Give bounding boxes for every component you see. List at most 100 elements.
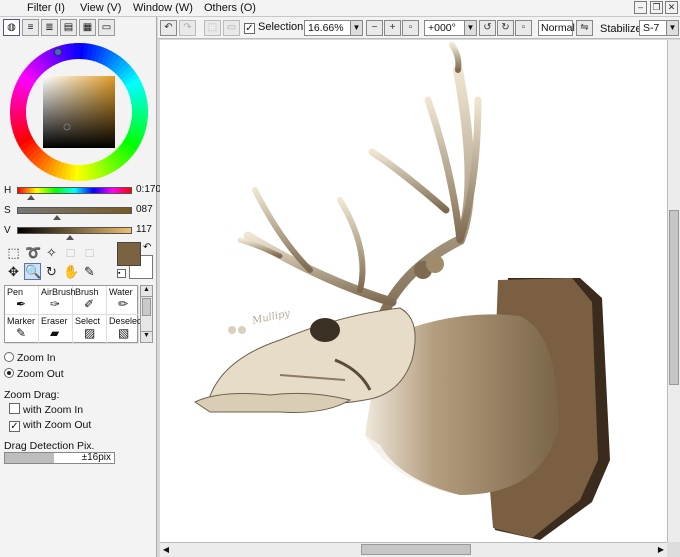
vertical-scrollbar-thumb[interactable]	[669, 210, 679, 385]
brush-deselect[interactable]: Deselect ▧	[107, 315, 144, 344]
zoom-out-option[interactable]: Zoom Out	[4, 368, 64, 380]
select-brush-icon: ▨	[84, 326, 96, 340]
brush-pen[interactable]: Pen ✒	[5, 286, 39, 315]
chevron-down-icon[interactable]: ▼	[464, 21, 476, 35]
restore-button[interactable]: ❐	[650, 1, 663, 14]
swatches-tab[interactable]: ▦	[79, 19, 96, 36]
vertical-scrollbar[interactable]	[667, 40, 680, 542]
value-slider-row: V 117	[4, 224, 156, 241]
stabilizer-value: S-7	[643, 22, 660, 34]
drag-detection-label: Drag Detection Pix.	[4, 440, 95, 452]
gradient-tab[interactable]: ▤	[60, 19, 77, 36]
minimize-button[interactable]: –	[634, 1, 647, 14]
checkbox[interactable]: ✓	[9, 421, 20, 432]
value-label: V	[4, 225, 11, 236]
rect-select-icon[interactable]: ⬚	[5, 244, 22, 261]
zoom-in-option[interactable]: Zoom In	[4, 352, 56, 364]
brush-water[interactable]: Water ✏	[107, 286, 139, 315]
with-zoom-in-option[interactable]: with Zoom In	[9, 403, 83, 416]
lasso-icon[interactable]: ➰	[24, 244, 41, 261]
rgb-slider-tab[interactable]: ≡	[22, 19, 39, 36]
checkbox[interactable]: ✓	[244, 23, 255, 34]
hue-slider[interactable]	[17, 187, 132, 194]
scroll-down-icon[interactable]: ▼	[141, 331, 152, 342]
brush-select[interactable]: Select ▨	[73, 315, 107, 344]
blend-mode-field[interactable]: Normal	[538, 20, 575, 36]
hand-icon[interactable]: ✋	[62, 263, 79, 280]
brush-grid-scrollbar[interactable]: ▲ ▼	[140, 285, 153, 343]
selection-toggle[interactable]: ✓ Selection	[244, 21, 303, 34]
brush-airbrush[interactable]: AirBrush ✑	[39, 286, 76, 315]
hsv-slider-tab[interactable]: ≣	[41, 19, 58, 36]
deselect-icon[interactable]: ⬚	[204, 20, 221, 36]
reset-colors-icon[interactable]: ▪	[117, 269, 126, 278]
move-icon[interactable]: ✥	[5, 263, 22, 280]
menu-bar: Filter (I) View (V) Window (W) Others (O…	[0, 0, 680, 17]
horizontal-scrollbar[interactable]: ◀ ▶	[160, 542, 667, 557]
rotate-reset-icon[interactable]: ▫	[515, 20, 532, 36]
left-panel: ◍ ≡ ≣ ▤ ▦ ▭ H 0:170 S 087 V 117 ⬚ ➰ ✧ □ …	[0, 17, 161, 557]
checkbox[interactable]	[9, 403, 20, 414]
brush-marker[interactable]: Marker ✎	[5, 315, 39, 344]
rotate-icon[interactable]: ↻	[43, 263, 60, 280]
water-brush-icon: ✏	[118, 297, 129, 311]
rotate-right-icon[interactable]: ↻	[497, 20, 514, 36]
value-slider[interactable]	[17, 227, 132, 234]
stabilizer-dropdown[interactable]: S-7 ▼	[639, 20, 679, 36]
menu-view[interactable]: View (V)	[80, 2, 121, 14]
zoom-out-label: Zoom Out	[17, 368, 64, 380]
brush-eraser[interactable]: Eraser ▰	[39, 315, 73, 344]
saturation-slider[interactable]	[17, 207, 132, 214]
scratchpad-tab[interactable]: ▭	[98, 19, 115, 36]
color-wheel-tab[interactable]: ◍	[3, 19, 20, 36]
main-color-swatch[interactable]	[117, 242, 141, 266]
scroll-up-icon[interactable]: ▲	[141, 286, 152, 297]
color-wheel[interactable]	[8, 41, 150, 183]
hue-slider-thumb[interactable]	[27, 195, 35, 200]
flip-horizontal-icon[interactable]: ⇋	[576, 20, 593, 36]
zoom-drag-heading: Zoom Drag:	[4, 389, 60, 401]
scrollbar-thumb[interactable]	[142, 298, 151, 316]
brush-label: Marker	[7, 316, 36, 326]
saturation-slider-thumb[interactable]	[53, 215, 61, 220]
rotation-dropdown[interactable]: +000° ▼	[424, 20, 477, 36]
saturation-label: S	[4, 205, 11, 216]
empty-tool-slot: □	[85, 245, 94, 260]
horizontal-scrollbar-thumb[interactable]	[361, 544, 471, 555]
zoom-out-icon[interactable]: −	[366, 20, 383, 36]
brush-label: Brush	[75, 287, 99, 297]
saturation-slider-row: S 087	[4, 204, 156, 221]
value-slider-thumb[interactable]	[66, 235, 74, 240]
drag-detection-fill	[5, 453, 55, 463]
color-mode-tabs: ◍ ≡ ≣ ▤ ▦ ▭	[3, 19, 153, 37]
scroll-right-icon[interactable]: ▶	[655, 544, 667, 556]
redo-icon[interactable]: ↷	[179, 20, 196, 36]
zoom-reset-icon[interactable]: ▫	[402, 20, 419, 36]
swap-colors-icon[interactable]: ↶	[143, 242, 151, 253]
rotate-left-icon[interactable]: ↺	[479, 20, 496, 36]
drawing-canvas[interactable]: Mullipy	[160, 40, 667, 542]
radio-button[interactable]	[4, 368, 14, 378]
brush-brush[interactable]: Brush ✐	[73, 286, 107, 315]
magic-wand-icon[interactable]: ✧	[43, 244, 60, 261]
hue-slider-row: H 0:170	[4, 184, 161, 201]
menu-window[interactable]: Window (W)	[133, 2, 193, 14]
menu-others[interactable]: Others (O)	[204, 2, 256, 14]
scroll-left-icon[interactable]: ◀	[160, 544, 172, 556]
chevron-down-icon[interactable]: ▼	[350, 21, 362, 35]
menu-filter[interactable]: Filter (I)	[27, 2, 65, 14]
with-zoom-out-option[interactable]: ✓ with Zoom Out	[9, 419, 91, 432]
close-button[interactable]: ✕	[665, 1, 678, 14]
drag-detection-slider[interactable]: ±16pix	[4, 452, 115, 464]
invert-selection-icon[interactable]: ▭	[223, 20, 240, 36]
zoom-in-icon[interactable]: +	[384, 20, 401, 36]
radio-button[interactable]	[4, 352, 14, 362]
brush-label: Water	[109, 287, 133, 297]
eyedropper-icon[interactable]: ✎	[81, 263, 98, 280]
zoom-icon[interactable]: 🔍	[24, 263, 41, 280]
chevron-down-icon[interactable]: ▼	[666, 21, 678, 35]
undo-icon[interactable]: ↶	[160, 20, 177, 36]
zoom-dropdown[interactable]: 16.66% ▼	[304, 20, 363, 36]
rotation-value: +000°	[428, 22, 456, 34]
pen-icon: ✒	[16, 297, 27, 311]
